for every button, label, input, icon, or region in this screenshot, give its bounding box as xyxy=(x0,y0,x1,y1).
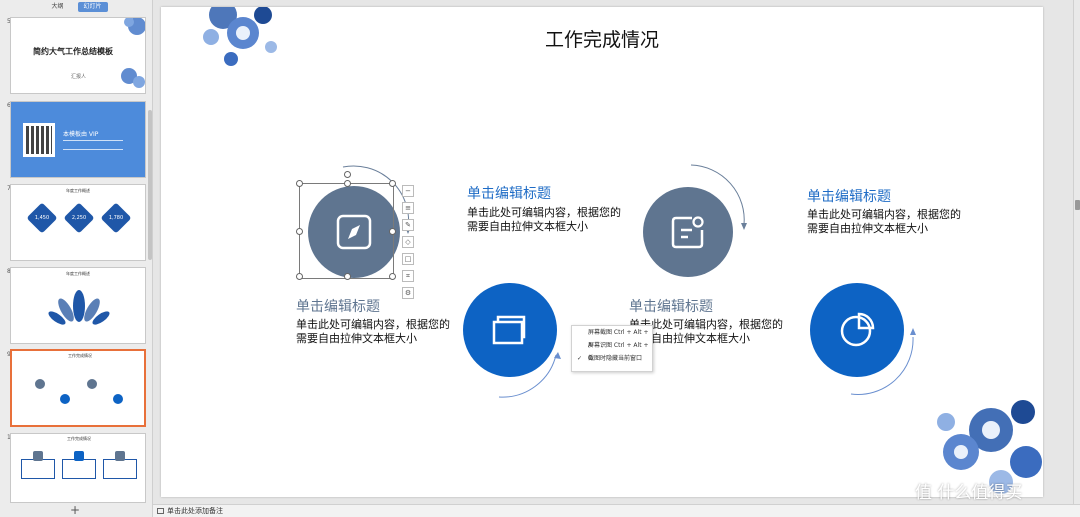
qr-code xyxy=(23,123,55,157)
block-body-3[interactable]: 单击此处可编辑内容，根据您的需要自由拉伸文本框大小 xyxy=(629,318,789,346)
icon-circle-3[interactable] xyxy=(643,187,733,277)
thumb-icon xyxy=(74,451,84,461)
stat-value: 2,250 xyxy=(71,215,87,221)
panel-tabs: 大纲 幻灯片 xyxy=(0,0,153,14)
outline-icon[interactable]: □ xyxy=(402,253,414,265)
thumb-box xyxy=(21,459,55,479)
rotate-handle[interactable] xyxy=(344,171,351,178)
resize-handle[interactable] xyxy=(296,228,303,235)
icon-circle-2[interactable] xyxy=(463,283,557,377)
resize-handle[interactable] xyxy=(389,228,396,235)
slide[interactable]: 工作完成情况 − ≡ ✎ ◇ □ ⌗ ⚙ 单击编辑标题 单击此处可编辑内容，根据… xyxy=(161,7,1043,497)
screenshot-context-menu: 屏幕截图 Ctrl + Alt + A 屏幕识图 Ctrl + Alt + O … xyxy=(571,325,653,372)
menu-item-screen-ocr[interactable]: 屏幕识图 Ctrl + Alt + O xyxy=(572,339,652,362)
resize-handle[interactable] xyxy=(389,273,396,280)
panel-scrollbar[interactable] xyxy=(148,110,152,260)
notes-placeholder: 单击此处添加备注 xyxy=(167,507,223,515)
thumb-title: 年度工作概述 xyxy=(66,188,90,193)
slide-thumbnail-9[interactable]: 工作完成情况 xyxy=(10,349,146,427)
thumb-text-lines xyxy=(63,140,123,150)
connector-arcs xyxy=(342,164,916,398)
slide-canvas: 工作完成情况 − ≡ ✎ ◇ □ ⌗ ⚙ 单击编辑标题 单击此处可编辑内容，根据… xyxy=(153,0,1073,504)
menu-item-label: 截图时隐藏当前窗口 xyxy=(588,355,643,362)
stat-value: 1,780 xyxy=(108,215,124,221)
thumb-subtitle: 汇报人 xyxy=(71,74,87,80)
pen-icon[interactable]: ✎ xyxy=(402,219,414,231)
thumb-circles xyxy=(35,379,123,404)
notes-bar[interactable]: 单击此处添加备注 xyxy=(153,504,1080,517)
floating-toolbar: − ≡ ✎ ◇ □ ⌗ ⚙ xyxy=(401,185,415,299)
block-body-2[interactable]: 单击此处可编辑内容，根据您的需要自由拉伸文本框大小 xyxy=(467,206,627,234)
thumb-icon xyxy=(33,451,43,461)
resize-handle[interactable] xyxy=(344,273,351,280)
block-title-3[interactable]: 单击编辑标题 xyxy=(629,298,713,316)
thumb-title: 工作完成情况 xyxy=(67,436,91,441)
resize-handle[interactable] xyxy=(296,180,303,187)
block-title-2[interactable]: 单击编辑标题 xyxy=(467,185,551,203)
block-body-4[interactable]: 单击此处可编辑内容，根据您的需要自由拉伸文本框大小 xyxy=(807,208,967,236)
block-title-1[interactable]: 单击编辑标题 xyxy=(296,298,380,316)
thumb-title: 简约大气工作总结模板 xyxy=(33,46,113,56)
slide-thumbnail-7[interactable]: 年度工作概述 1,450 2,250 1,780 xyxy=(10,184,146,261)
slide-thumbnail-8[interactable]: 年度工作概述 xyxy=(10,267,146,344)
thumb-title: 本模板由 VIP xyxy=(63,131,99,138)
block-title-4[interactable]: 单击编辑标题 xyxy=(807,188,891,206)
right-side-bar xyxy=(1073,0,1080,504)
thumb-icon xyxy=(115,451,125,461)
effects-icon[interactable]: ⚙ xyxy=(402,287,414,299)
thumb-box xyxy=(103,459,137,479)
check-icon: ✓ xyxy=(577,355,583,362)
tab-slides[interactable]: 幻灯片 xyxy=(77,2,108,12)
thumb-box xyxy=(62,459,96,479)
resize-handle[interactable] xyxy=(296,273,303,280)
slide-thumbnail-5[interactable]: 简约大气工作总结模板 汇报人 xyxy=(10,17,146,94)
note-icon xyxy=(157,508,164,514)
menu-item-screenshot[interactable]: 屏幕截图 Ctrl + Alt + A xyxy=(572,326,652,349)
selection-frame[interactable] xyxy=(296,171,396,280)
icon-circle-4[interactable] xyxy=(810,283,904,377)
thumb-title: 年度工作概述 xyxy=(66,271,90,276)
add-slide-button[interactable]: + xyxy=(70,503,80,517)
slide-thumbnail-6[interactable]: 本模板由 VIP xyxy=(10,101,146,178)
tab-outline[interactable]: 大纲 xyxy=(45,2,69,12)
thumb-title: 工作完成情况 xyxy=(68,353,92,358)
menu-item-hide-window[interactable]: ✓ 截图时隐藏当前窗口 xyxy=(572,352,652,365)
crop-icon[interactable]: ⌗ xyxy=(402,270,414,282)
slide-thumbnail-panel: 大纲 幻灯片 5 简约大气工作总结模板 汇报人 6 本模板由 VIP 7 年度工… xyxy=(0,0,153,517)
message-icon xyxy=(671,216,704,249)
pie-chart-icon xyxy=(840,312,875,347)
lotus-graphic xyxy=(48,290,110,325)
resize-handle[interactable] xyxy=(344,180,351,187)
wallet-icon xyxy=(492,315,526,345)
layers-icon[interactable]: ≡ xyxy=(402,202,414,214)
fill-icon[interactable]: ◇ xyxy=(402,236,414,248)
stat-value: 1,450 xyxy=(34,215,50,221)
slide-thumbnail-10[interactable]: 工作完成情况 xyxy=(10,433,146,503)
block-body-1[interactable]: 单击此处可编辑内容，根据您的需要自由拉伸文本框大小 xyxy=(296,318,456,346)
panel-collapse-handle[interactable] xyxy=(1075,200,1080,210)
watermark-logo: 值 什么值得买 xyxy=(915,483,1023,503)
collapse-icon[interactable]: − xyxy=(402,185,414,197)
resize-handle[interactable] xyxy=(389,180,396,187)
